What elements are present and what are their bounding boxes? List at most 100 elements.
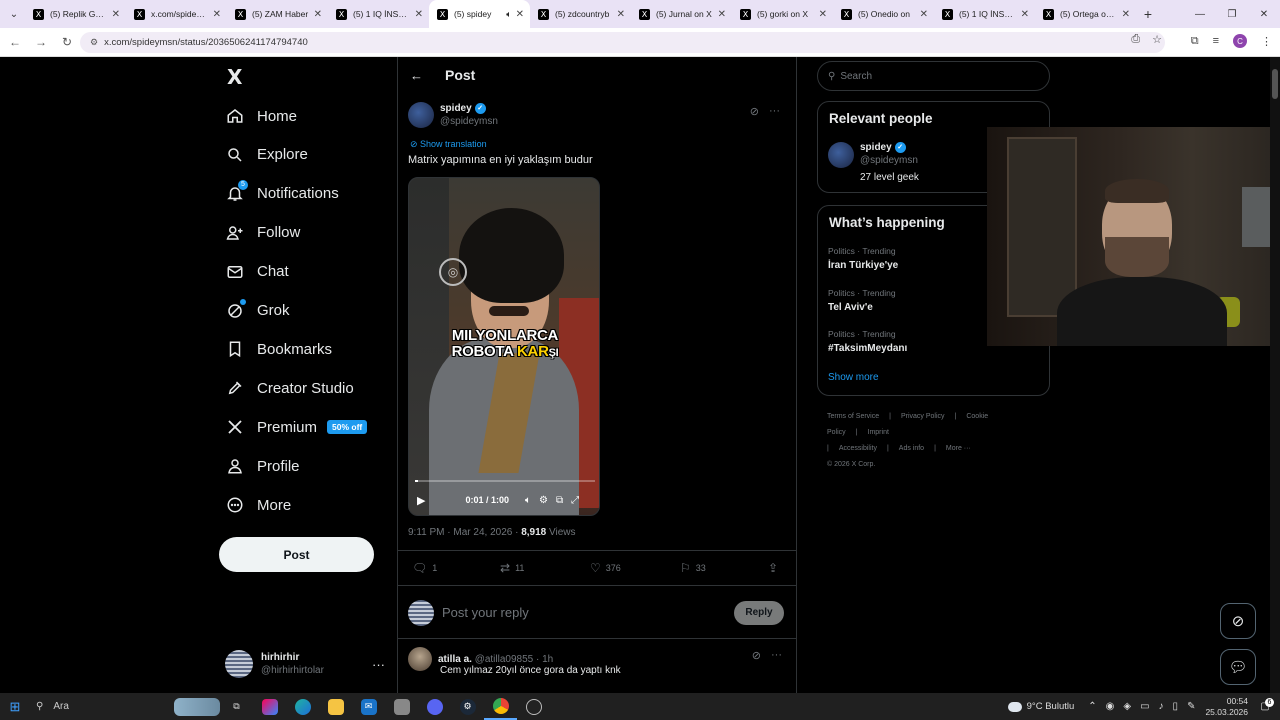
file-explorer-icon[interactable] bbox=[319, 693, 352, 720]
battery-icon[interactable]: ▯ bbox=[1173, 701, 1179, 712]
speaker-icon[interactable]: ♪ bbox=[1159, 701, 1164, 712]
app-icon[interactable] bbox=[385, 693, 418, 720]
reply-input[interactable]: Post your reply bbox=[442, 605, 734, 620]
nav-item-creator-studio[interactable]: Creator Studio bbox=[225, 373, 354, 403]
browser-tab[interactable]: Xx.com/spideymsn ✕ bbox=[126, 0, 227, 28]
trend-item[interactable]: Politics · Trending İran Türkiye'ye bbox=[828, 246, 898, 271]
volume-icon[interactable]: 🔈︎ bbox=[525, 495, 531, 506]
comment-item[interactable]: atilla a. @atilla09855 · 1h ⊘ ··· Cem yı… bbox=[408, 647, 788, 676]
edge-icon[interactable] bbox=[286, 693, 319, 720]
trend-item[interactable]: Politics · Trending Tel Aviv'e bbox=[828, 288, 896, 313]
grok-icon[interactable]: ⊘ bbox=[752, 649, 761, 662]
nav-item-profile[interactable]: Profile bbox=[225, 451, 300, 481]
close-tab-icon[interactable]: ✕ bbox=[213, 9, 221, 20]
avatar[interactable] bbox=[828, 142, 854, 168]
chevron-up-icon[interactable]: ⌃ bbox=[1088, 701, 1096, 712]
trend-item[interactable]: Politics · Trending #TaksimMeydanı bbox=[828, 329, 907, 354]
show-more-link[interactable]: Show more bbox=[828, 372, 879, 383]
close-tab-icon[interactable]: ✕ bbox=[516, 9, 524, 20]
footer-link[interactable]: Privacy Policy bbox=[901, 413, 945, 420]
browser-menu-icon[interactable]: ⋮ bbox=[1261, 35, 1272, 48]
notifications-icon[interactable]: ▢ 6 bbox=[1256, 697, 1274, 716]
browser-tab[interactable]: X (5) zdcountryb ✕ bbox=[530, 0, 631, 28]
windows-start-icon[interactable]: ⊞ bbox=[0, 699, 30, 715]
pip-icon[interactable]: ⧉ bbox=[556, 495, 563, 506]
nav-item-follow[interactable]: Follow bbox=[225, 218, 300, 248]
account-switcher[interactable]: hirhirhir @hirhirhirtolar ··· bbox=[225, 647, 385, 681]
outlook-icon[interactable]: ✉ bbox=[352, 693, 385, 720]
close-tab-icon[interactable]: ✕ bbox=[617, 9, 625, 20]
browser-tab[interactable]: X (5) ZAM Haber ✕ bbox=[227, 0, 328, 28]
close-tab-icon[interactable]: ✕ bbox=[718, 9, 726, 20]
browser-tab[interactable]: X (5) Ortega on X ✕ bbox=[1035, 0, 1136, 28]
repost-action[interactable]: ⇄ 11 bbox=[500, 561, 524, 575]
footer-link[interactable]: Ads info bbox=[899, 445, 924, 452]
browser-tab[interactable]: X (5) Jurnal on X ✕ bbox=[631, 0, 732, 28]
nav-item-more[interactable]: More bbox=[225, 490, 291, 520]
tab-search-button[interactable]: ⌄ bbox=[3, 3, 25, 25]
close-tab-icon[interactable]: ✕ bbox=[415, 9, 423, 20]
speaker-icon[interactable]: 🔈︎ bbox=[506, 9, 511, 20]
forward-icon[interactable]: → bbox=[30, 35, 52, 49]
footer-link[interactable]: Terms of Service bbox=[827, 413, 879, 420]
task-view-icon[interactable]: ⧉ bbox=[220, 693, 253, 720]
new-tab-button[interactable]: + bbox=[1136, 6, 1160, 22]
relevant-person[interactable]: spidey ✓ @spideymsn 27 level geek bbox=[828, 142, 919, 183]
close-tab-icon[interactable]: ✕ bbox=[920, 9, 928, 20]
video-progress-bar[interactable] bbox=[415, 480, 595, 482]
close-tab-icon[interactable]: ✕ bbox=[1122, 9, 1130, 20]
media-control-icon[interactable]: ≡ bbox=[1213, 35, 1219, 47]
nav-item-home[interactable]: Home bbox=[225, 101, 297, 131]
post-timestamp[interactable]: 9:11 PM · Mar 24, 2026 · bbox=[408, 527, 521, 538]
chat-fab-icon[interactable]: 💬︎ bbox=[1220, 649, 1256, 685]
profile-avatar[interactable]: C bbox=[1233, 34, 1247, 48]
comment-more-icon[interactable]: ··· bbox=[771, 649, 782, 662]
footer-link[interactable]: Imprint bbox=[868, 429, 889, 436]
site-info-icon[interactable]: ⚙ bbox=[90, 37, 98, 48]
show-translation-link[interactable]: ⊘ Show translation bbox=[410, 139, 487, 150]
back-icon[interactable]: ← bbox=[4, 35, 26, 49]
weather-widget[interactable]: 9°C Bulutlu bbox=[1007, 701, 1074, 712]
grok-fab-icon[interactable]: ⊘ bbox=[1220, 603, 1256, 639]
scrollbar[interactable] bbox=[1270, 57, 1280, 693]
browser-tab[interactable]: X (5) Replik Gelsi ✕ bbox=[25, 0, 126, 28]
account-more-icon[interactable]: ··· bbox=[372, 657, 385, 672]
copilot-icon[interactable] bbox=[253, 693, 286, 720]
fullscreen-icon[interactable]: ⤢ bbox=[571, 495, 579, 506]
settings-icon[interactable]: ⚙ bbox=[539, 495, 548, 506]
extensions-icon[interactable]: ⧉ bbox=[1191, 35, 1199, 48]
obs-icon[interactable] bbox=[517, 693, 550, 720]
steam-icon[interactable]: ⚙ bbox=[451, 693, 484, 720]
author-name[interactable]: spidey bbox=[440, 103, 472, 114]
author-avatar[interactable] bbox=[408, 102, 434, 128]
browser-tab[interactable]: X (5) 1 IQ İNSANI ✕ bbox=[328, 0, 429, 28]
nav-item-grok[interactable]: Grok bbox=[225, 296, 290, 326]
network-icon[interactable]: ▭ bbox=[1140, 701, 1149, 712]
nav-item-notifications[interactable]: 5 Notifications bbox=[225, 179, 339, 209]
back-arrow-icon[interactable]: ← bbox=[410, 68, 423, 83]
close-tab-icon[interactable]: ✕ bbox=[314, 9, 322, 20]
reply-action[interactable]: 🗨︎ 1 bbox=[412, 561, 437, 575]
comment-author[interactable]: atilla a. bbox=[438, 654, 472, 665]
minimize-icon[interactable]: — bbox=[1184, 0, 1216, 28]
bookmark-action[interactable]: ⚐ 33 bbox=[680, 561, 706, 575]
play-icon[interactable]: ▶ bbox=[417, 494, 425, 507]
close-tab-icon[interactable]: ✕ bbox=[1021, 9, 1029, 20]
nav-item-premium[interactable]: Premium 50% off bbox=[225, 412, 368, 442]
grok-icon[interactable]: ⊘ bbox=[750, 105, 759, 118]
post-more-icon[interactable]: ··· bbox=[769, 105, 780, 118]
x-logo[interactable]: X bbox=[227, 65, 242, 89]
close-window-icon[interactable]: ✕ bbox=[1248, 0, 1280, 28]
pen-icon[interactable]: ✎ bbox=[1187, 701, 1195, 712]
browser-tab[interactable]: X (5) spidey 🔈︎ ✕ bbox=[429, 0, 530, 28]
footer-link[interactable]: Accessibility bbox=[839, 445, 877, 452]
bookmark-star-icon[interactable]: ☆ bbox=[1152, 33, 1162, 46]
comment-handle[interactable]: @atilla09855 bbox=[475, 654, 534, 665]
comment-avatar[interactable] bbox=[408, 647, 432, 671]
clock[interactable]: 00:54 25.03.2026 bbox=[1205, 696, 1248, 718]
like-action[interactable]: ♡ 376 bbox=[590, 561, 621, 575]
discord-icon[interactable] bbox=[418, 693, 451, 720]
taskbar-search[interactable]: ⚲ Ara bbox=[30, 693, 220, 720]
browser-tab[interactable]: X (5) gorki on X ✕ bbox=[732, 0, 833, 28]
restore-icon[interactable]: ❐ bbox=[1216, 0, 1248, 28]
